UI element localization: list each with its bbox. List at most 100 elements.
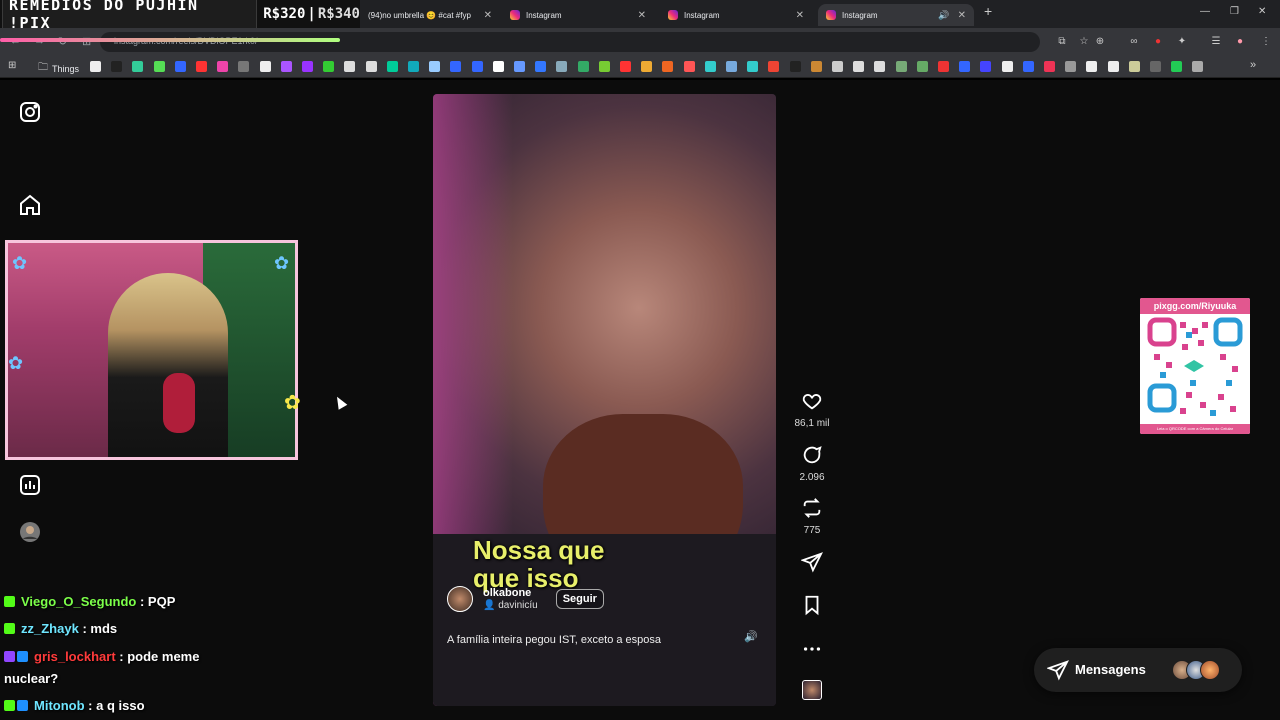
- bookmark-favicon-icon[interactable]: [344, 61, 356, 72]
- bookmark-favicon-icon[interactable]: [365, 61, 377, 72]
- bookmark-favicon-icon[interactable]: [174, 61, 186, 72]
- chat-username: gris_lockhart: [34, 649, 116, 664]
- follow-button[interactable]: Seguir: [555, 589, 604, 609]
- instagram-logo-icon[interactable]: [18, 100, 42, 124]
- extension-red-icon[interactable]: ●: [1152, 36, 1164, 48]
- bookmark-favicon-icon[interactable]: [492, 61, 504, 72]
- tab-instagram-active[interactable]: Instagram 🔊 ✕: [818, 4, 974, 26]
- bookmark-favicon-icon[interactable]: [704, 61, 716, 72]
- bookmark-favicon-icon[interactable]: [514, 61, 525, 72]
- bookmark-favicon-icon[interactable]: [1086, 61, 1098, 72]
- new-tab-icon[interactable]: +: [984, 3, 992, 19]
- bookmark-favicon-icon[interactable]: [959, 61, 971, 72]
- window-close-icon[interactable]: ✕: [1258, 6, 1266, 17]
- bookmark-favicon-icon[interactable]: [302, 61, 313, 72]
- bookmark-favicon-icon[interactable]: [429, 61, 441, 72]
- bookmark-favicon-icon[interactable]: [726, 61, 737, 72]
- bookmark-favicon-icon[interactable]: [641, 61, 653, 72]
- reel-caption[interactable]: A família inteira pegou IST, exceto a es…: [447, 634, 661, 646]
- bookmark-favicon-icon[interactable]: [1022, 61, 1034, 72]
- tab-tiktok[interactable]: (94)no umbrella 😊 #cat #fyp ✕: [360, 4, 500, 26]
- bookmark-favicon-icon[interactable]: [938, 61, 949, 72]
- extensions-icon[interactable]: ✦: [1176, 36, 1188, 48]
- bookmark-favicon-icon[interactable]: [280, 61, 292, 72]
- bookmark-favicon-icon[interactable]: [747, 61, 759, 72]
- bookmark-favicon-icon[interactable]: [535, 61, 547, 72]
- zoom-icon[interactable]: ⊕: [1094, 36, 1106, 48]
- minimize-icon[interactable]: —: [1200, 6, 1210, 17]
- bookmarks-overflow-icon[interactable]: »: [1250, 59, 1256, 71]
- bookmark-favicon-icon[interactable]: [238, 61, 250, 72]
- bookmark-favicon-icon[interactable]: [196, 61, 207, 72]
- maximize-icon[interactable]: ❐: [1230, 6, 1239, 17]
- share-button[interactable]: [792, 551, 832, 578]
- bookmark-favicon-icon[interactable]: [450, 61, 462, 72]
- bookmark-favicon-icon[interactable]: [386, 61, 398, 72]
- bookmark-favicon-icon[interactable]: [577, 61, 589, 72]
- messages-button[interactable]: Mensagens: [1034, 648, 1242, 692]
- bookmark-favicon-icon[interactable]: [895, 61, 907, 72]
- url-field[interactable]: instagram.com/reels/DVDiOPE1rk0/: [100, 32, 1040, 52]
- install-app-icon[interactable]: ⧉: [1056, 36, 1068, 48]
- bookmark-favicon-icon[interactable]: [789, 61, 801, 72]
- menu-icon[interactable]: ⋮: [1260, 36, 1272, 48]
- bookmark-favicon-icon[interactable]: [153, 61, 165, 72]
- bookmark-favicon-icon[interactable]: [1192, 61, 1204, 72]
- tab-instagram-2[interactable]: Instagram ✕: [660, 4, 812, 26]
- bookmark-favicon-icon[interactable]: [1044, 61, 1055, 72]
- bookmark-favicon-icon[interactable]: [1065, 61, 1077, 72]
- bookmark-favicon-icon[interactable]: [1001, 61, 1013, 72]
- bookmark-favicon-icon[interactable]: [111, 61, 123, 72]
- reading-list-icon[interactable]: ☰: [1210, 36, 1222, 48]
- like-button[interactable]: 86,1 mil: [792, 390, 832, 429]
- bookmark-favicon-icon[interactable]: [1128, 61, 1140, 72]
- bookmark-favicon-icon[interactable]: [853, 61, 865, 72]
- bookmark-favicon-icon[interactable]: [683, 61, 695, 72]
- bookmark-folder-things[interactable]: 🗀 Things: [38, 60, 79, 77]
- bookmark-favicon-icon[interactable]: [132, 61, 144, 72]
- bookmark-favicon-icon[interactable]: [1107, 61, 1119, 72]
- chat-username: Viego_O_Segundo: [21, 594, 137, 609]
- close-icon[interactable]: ✕: [638, 10, 646, 21]
- bookmark-favicon-icon[interactable]: [471, 61, 483, 72]
- author-username[interactable]: olkabone: [483, 587, 538, 599]
- audio-attribution[interactable]: 👤 davinicíu: [483, 600, 538, 611]
- bookmark-favicon-icon[interactable]: [874, 61, 886, 72]
- volume-icon[interactable]: 🔊: [743, 630, 759, 646]
- bookmark-favicon-icon[interactable]: [408, 61, 419, 72]
- repost-button[interactable]: 775: [792, 497, 832, 536]
- bookmark-favicon-icon[interactable]: [916, 61, 928, 72]
- bookmark-favicon-icon[interactable]: [1150, 61, 1161, 72]
- save-button[interactable]: [792, 594, 832, 621]
- bookmark-favicon-icon[interactable]: [556, 61, 568, 72]
- more-options-button[interactable]: [792, 638, 832, 665]
- bookmark-favicon-icon[interactable]: [620, 61, 631, 72]
- bookmark-favicon-icon[interactable]: [980, 61, 992, 72]
- bookmark-favicon-icon[interactable]: [323, 61, 335, 72]
- dashboard-icon[interactable]: [18, 473, 42, 497]
- profile-avatar[interactable]: [18, 520, 42, 544]
- bookmark-favicon-icon[interactable]: [259, 61, 271, 72]
- bookmark-favicon-icon[interactable]: [768, 61, 780, 72]
- close-icon[interactable]: ✕: [484, 10, 492, 21]
- author-avatar[interactable]: [447, 586, 473, 612]
- home-icon[interactable]: [18, 193, 42, 217]
- bookmark-favicon-icon[interactable]: [1171, 61, 1183, 72]
- reel-video[interactable]: Nossa que que isso olkabone 👤 davinicíu …: [433, 94, 776, 706]
- tab-instagram-1[interactable]: Instagram ✕: [502, 4, 654, 26]
- bookmark-favicon-icon[interactable]: [598, 61, 610, 72]
- bookmark-star-icon[interactable]: ☆: [1078, 36, 1090, 48]
- comment-button[interactable]: 2.096: [792, 444, 832, 483]
- bookmark-favicon-icon[interactable]: [810, 61, 822, 72]
- profile-avatar-icon[interactable]: ●: [1234, 36, 1246, 48]
- apps-grid-icon[interactable]: ⊞: [8, 60, 16, 71]
- bookmark-favicon-icon[interactable]: [662, 61, 674, 72]
- bookmark-favicon-icon[interactable]: [90, 61, 101, 72]
- bookmark-favicon-icon[interactable]: [832, 61, 843, 72]
- speaker-icon[interactable]: 🔊: [938, 10, 949, 21]
- audio-thumbnail[interactable]: [792, 680, 832, 700]
- close-icon[interactable]: ✕: [796, 10, 804, 21]
- close-icon[interactable]: ✕: [958, 10, 966, 21]
- bookmark-favicon-icon[interactable]: [217, 61, 229, 72]
- incognito-icon[interactable]: ∞: [1128, 36, 1140, 48]
